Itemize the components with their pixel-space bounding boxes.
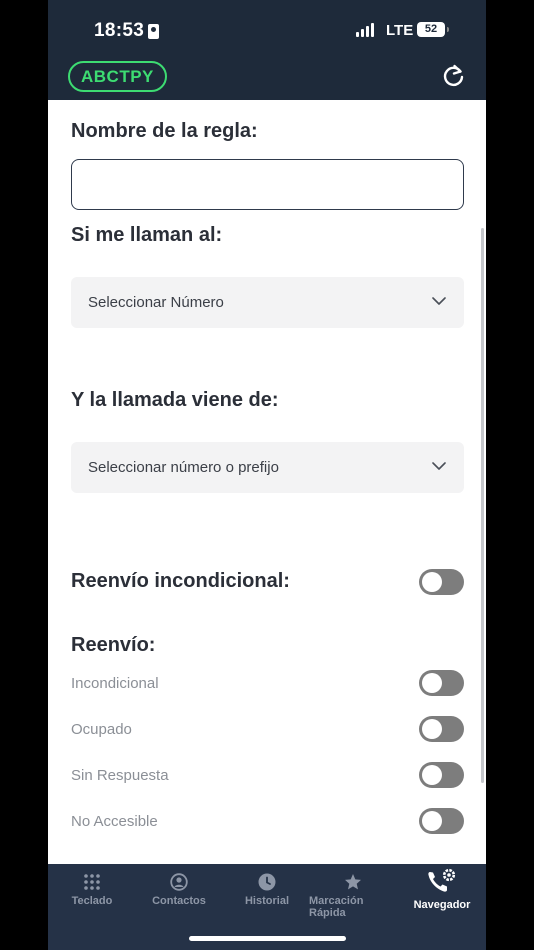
- nav-label: Navegador: [413, 899, 471, 911]
- nav-item-speed-dial[interactable]: Marcación Rápida: [309, 864, 397, 924]
- account-badge[interactable]: ABCTPY: [68, 61, 167, 92]
- forward-busy-toggle[interactable]: [419, 716, 464, 742]
- call-from-label: Y la llamada viene de:: [71, 389, 279, 411]
- network-type: LTE: [386, 22, 414, 39]
- nav-item-contacts[interactable]: Contactos: [138, 864, 220, 924]
- unconditional-forward-label: Reenvío incondicional:: [71, 570, 290, 592]
- forward-no-answer-toggle[interactable]: [419, 762, 464, 788]
- nav-label: Marcación Rápida: [309, 895, 364, 919]
- forward-option-label: No Accesible: [71, 813, 158, 830]
- chevron-down-icon: [432, 297, 446, 305]
- nav-item-history[interactable]: Historial: [226, 864, 308, 924]
- rule-name-input[interactable]: [71, 159, 464, 210]
- nav-item-keypad[interactable]: Teclado: [52, 864, 132, 924]
- scrollbar[interactable]: [481, 228, 484, 783]
- forward-unconditional-toggle[interactable]: [419, 670, 464, 696]
- nav-label: Contactos: [152, 895, 206, 907]
- prefix-select-text: Seleccionar número o prefijo: [88, 459, 279, 476]
- chevron-down-icon: [432, 462, 446, 470]
- forward-option-label: Sin Respuesta: [71, 767, 169, 784]
- contacts-icon: [170, 873, 188, 891]
- toggle-knob: [422, 719, 442, 739]
- rule-name-label: Nombre de la regla:: [71, 120, 258, 142]
- toggle-knob: [422, 572, 442, 592]
- nav-item-navigator[interactable]: Navegador: [400, 864, 484, 924]
- nav-label: Teclado: [71, 895, 113, 907]
- clock-icon: [258, 873, 276, 891]
- forward-unreachable-toggle[interactable]: [419, 808, 464, 834]
- forward-option-label: Incondicional: [71, 675, 159, 692]
- app-header: ABCTPY: [48, 58, 486, 100]
- phone-settings-icon: [428, 868, 456, 892]
- toggle-knob: [422, 673, 442, 693]
- toggle-knob: [422, 811, 442, 831]
- status-bar: 18:53 LTE 52: [48, 0, 486, 58]
- toggle-knob: [422, 765, 442, 785]
- forward-option-label: Ocupado: [71, 721, 132, 738]
- refresh-icon: [443, 64, 464, 87]
- star-icon: [345, 874, 361, 890]
- number-select[interactable]: Seleccionar Número: [71, 277, 464, 328]
- refresh-button[interactable]: [440, 62, 468, 90]
- nav-label: Historial: [244, 895, 289, 907]
- if-called-label: Si me llaman al:: [71, 224, 223, 246]
- time-text: 18:53: [94, 20, 145, 41]
- status-time: 18:53: [94, 20, 160, 42]
- prefix-select[interactable]: Seleccionar número o prefijo: [71, 442, 464, 493]
- forward-label: Reenvío:: [71, 634, 156, 656]
- number-select-text: Seleccionar Número: [88, 294, 224, 311]
- rule-form: Nombre de la regla: Si me llaman al: Sel…: [48, 100, 486, 864]
- keypad-icon: [84, 874, 100, 890]
- signal-icon: [356, 23, 374, 37]
- phone-screen: 18:53 LTE 52 ABCTPY Nombre de la regla: …: [48, 0, 486, 950]
- home-indicator[interactable]: [189, 936, 346, 941]
- unconditional-forward-toggle[interactable]: [419, 569, 464, 595]
- bottom-nav: Teclado Contactos Historial Marcación Rá…: [48, 864, 486, 950]
- contact-card-icon: [148, 23, 160, 39]
- battery-icon: 52: [417, 22, 449, 37]
